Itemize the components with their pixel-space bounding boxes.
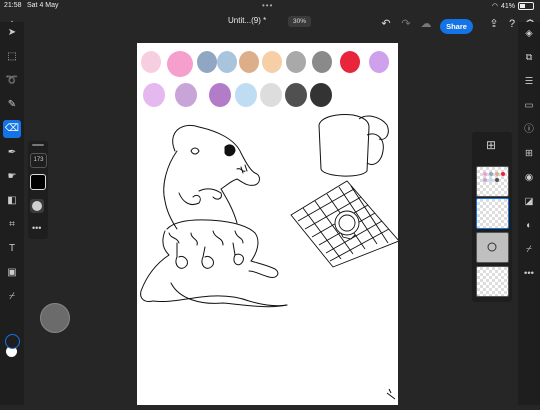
zoom-level[interactable]: 30%: [288, 16, 312, 27]
brush-size-field[interactable]: 173: [30, 153, 47, 168]
layers-icon[interactable]: ◈: [521, 26, 537, 42]
brush-settings-panel: 173 •••: [28, 141, 48, 239]
lasso-tool-icon[interactable]: ➰: [3, 72, 21, 90]
export-icon[interactable]: ⇪: [486, 16, 502, 32]
info-icon[interactable]: ⓘ: [521, 122, 537, 138]
mug-sketch: [318, 114, 389, 177]
palette-swatch: [143, 83, 165, 107]
palette-swatch: [175, 83, 197, 107]
mask-icon[interactable]: ◪: [521, 194, 537, 210]
crop-tool-icon[interactable]: ⌗: [3, 216, 21, 234]
pen-tool-icon[interactable]: ✒: [3, 144, 21, 162]
foreground-color[interactable]: [5, 334, 20, 349]
redo-icon[interactable]: ↷: [398, 16, 414, 32]
smudge-tool-icon[interactable]: ☛: [3, 168, 21, 186]
brush-settings-icon[interactable]: ⌿: [521, 242, 537, 258]
type-tool-icon[interactable]: T: [3, 240, 21, 258]
layer-thumbnail-sketch[interactable]: [476, 198, 509, 229]
status-bar: 21:58 Sat 4 May ••• ◠ 41%: [0, 0, 540, 12]
palette-swatch: [285, 83, 307, 107]
top-bar: ⌂ Untit...(9) * 30% ↶ ↷ ☁ Share ⇪ ? ⚙: [0, 12, 540, 36]
image-thumbnail: [487, 242, 497, 252]
more-icon[interactable]: •••: [521, 266, 537, 282]
status-date: Sat 4 May: [27, 2, 59, 9]
multitasking-dots[interactable]: •••: [262, 1, 273, 10]
eraser-tool-icon[interactable]: ⌫: [3, 120, 21, 138]
placemat-sketch: [290, 180, 400, 268]
corner-mark: [386, 388, 396, 400]
palette-swatch: [141, 51, 161, 73]
adjustments-icon[interactable]: ☰: [521, 74, 537, 90]
layer-thumbnail-palette[interactable]: [476, 166, 509, 197]
palette-swatch: [312, 51, 332, 73]
palette-swatch: [260, 83, 282, 107]
left-toolbar: ➤ ⬚ ➰ ✎ ⌫ ✒ ☛ ◧ ⌗ T ▣ ⌿ ⇅: [0, 22, 24, 405]
transform-tool-icon[interactable]: ⬚: [3, 48, 21, 66]
palette-swatch: [197, 51, 217, 73]
fill-tool-icon[interactable]: ◧: [3, 192, 21, 210]
canvas-artwork: [140, 51, 400, 400]
palette-swatch: [262, 51, 282, 73]
undo-icon[interactable]: ↶: [378, 16, 394, 32]
blend-icon[interactable]: ◐: [521, 218, 537, 234]
status-time: 21:58: [4, 2, 22, 9]
brush-tool-icon[interactable]: ✎: [3, 96, 21, 114]
palette-swatch: [209, 83, 231, 107]
cloud-icon[interactable]: ☁: [418, 16, 434, 32]
add-layer-side-icon[interactable]: ⊞: [521, 146, 537, 162]
brush-color-swatch[interactable]: [30, 174, 46, 190]
right-toolbar: ◈ ⧉ ☰ ▭ ⓘ ⊞ ◉ ◪ ◐ ⌿ •••: [518, 22, 540, 405]
add-layer-icon[interactable]: ⊞: [486, 138, 496, 152]
palette-swatch: [310, 83, 332, 107]
comments-icon[interactable]: ▭: [521, 98, 537, 114]
palette-swatch: [340, 51, 360, 73]
layer-properties-icon[interactable]: ⧉: [521, 50, 537, 66]
canvas[interactable]: [137, 43, 400, 405]
share-button[interactable]: Share: [440, 19, 473, 34]
eyedropper-icon[interactable]: ⌿: [3, 288, 21, 306]
dinosaur-sketch: [140, 125, 288, 308]
palette-swatch: [369, 51, 389, 73]
layer-thumbnail-image[interactable]: [476, 232, 509, 263]
move-tool-icon[interactable]: ➤: [3, 24, 21, 42]
battery-percent: 41%: [500, 2, 515, 10]
panel-handle[interactable]: [32, 144, 44, 146]
layers-panel: ⊞: [472, 132, 512, 302]
status-right: ◠ 41%: [492, 2, 534, 10]
palette-swatch: [235, 83, 257, 107]
visibility-icon[interactable]: ◉: [521, 170, 537, 186]
palette-swatch: [239, 51, 259, 73]
palette-thumbnail: [483, 172, 505, 182]
wifi-icon: ◠: [491, 3, 498, 10]
palette-swatch: [167, 51, 193, 77]
brush-softness-icon[interactable]: [30, 199, 44, 213]
document-title[interactable]: Untit...(9) *: [228, 16, 266, 25]
palette-swatch: [286, 51, 306, 73]
color-palette: [141, 51, 389, 107]
place-image-icon[interactable]: ▣: [3, 264, 21, 282]
layer-thumbnail-empty[interactable]: [476, 266, 509, 297]
more-options-icon[interactable]: •••: [32, 223, 41, 233]
palette-swatch: [217, 51, 237, 73]
touch-modifier-button[interactable]: [40, 303, 70, 333]
battery-icon: [518, 2, 534, 10]
